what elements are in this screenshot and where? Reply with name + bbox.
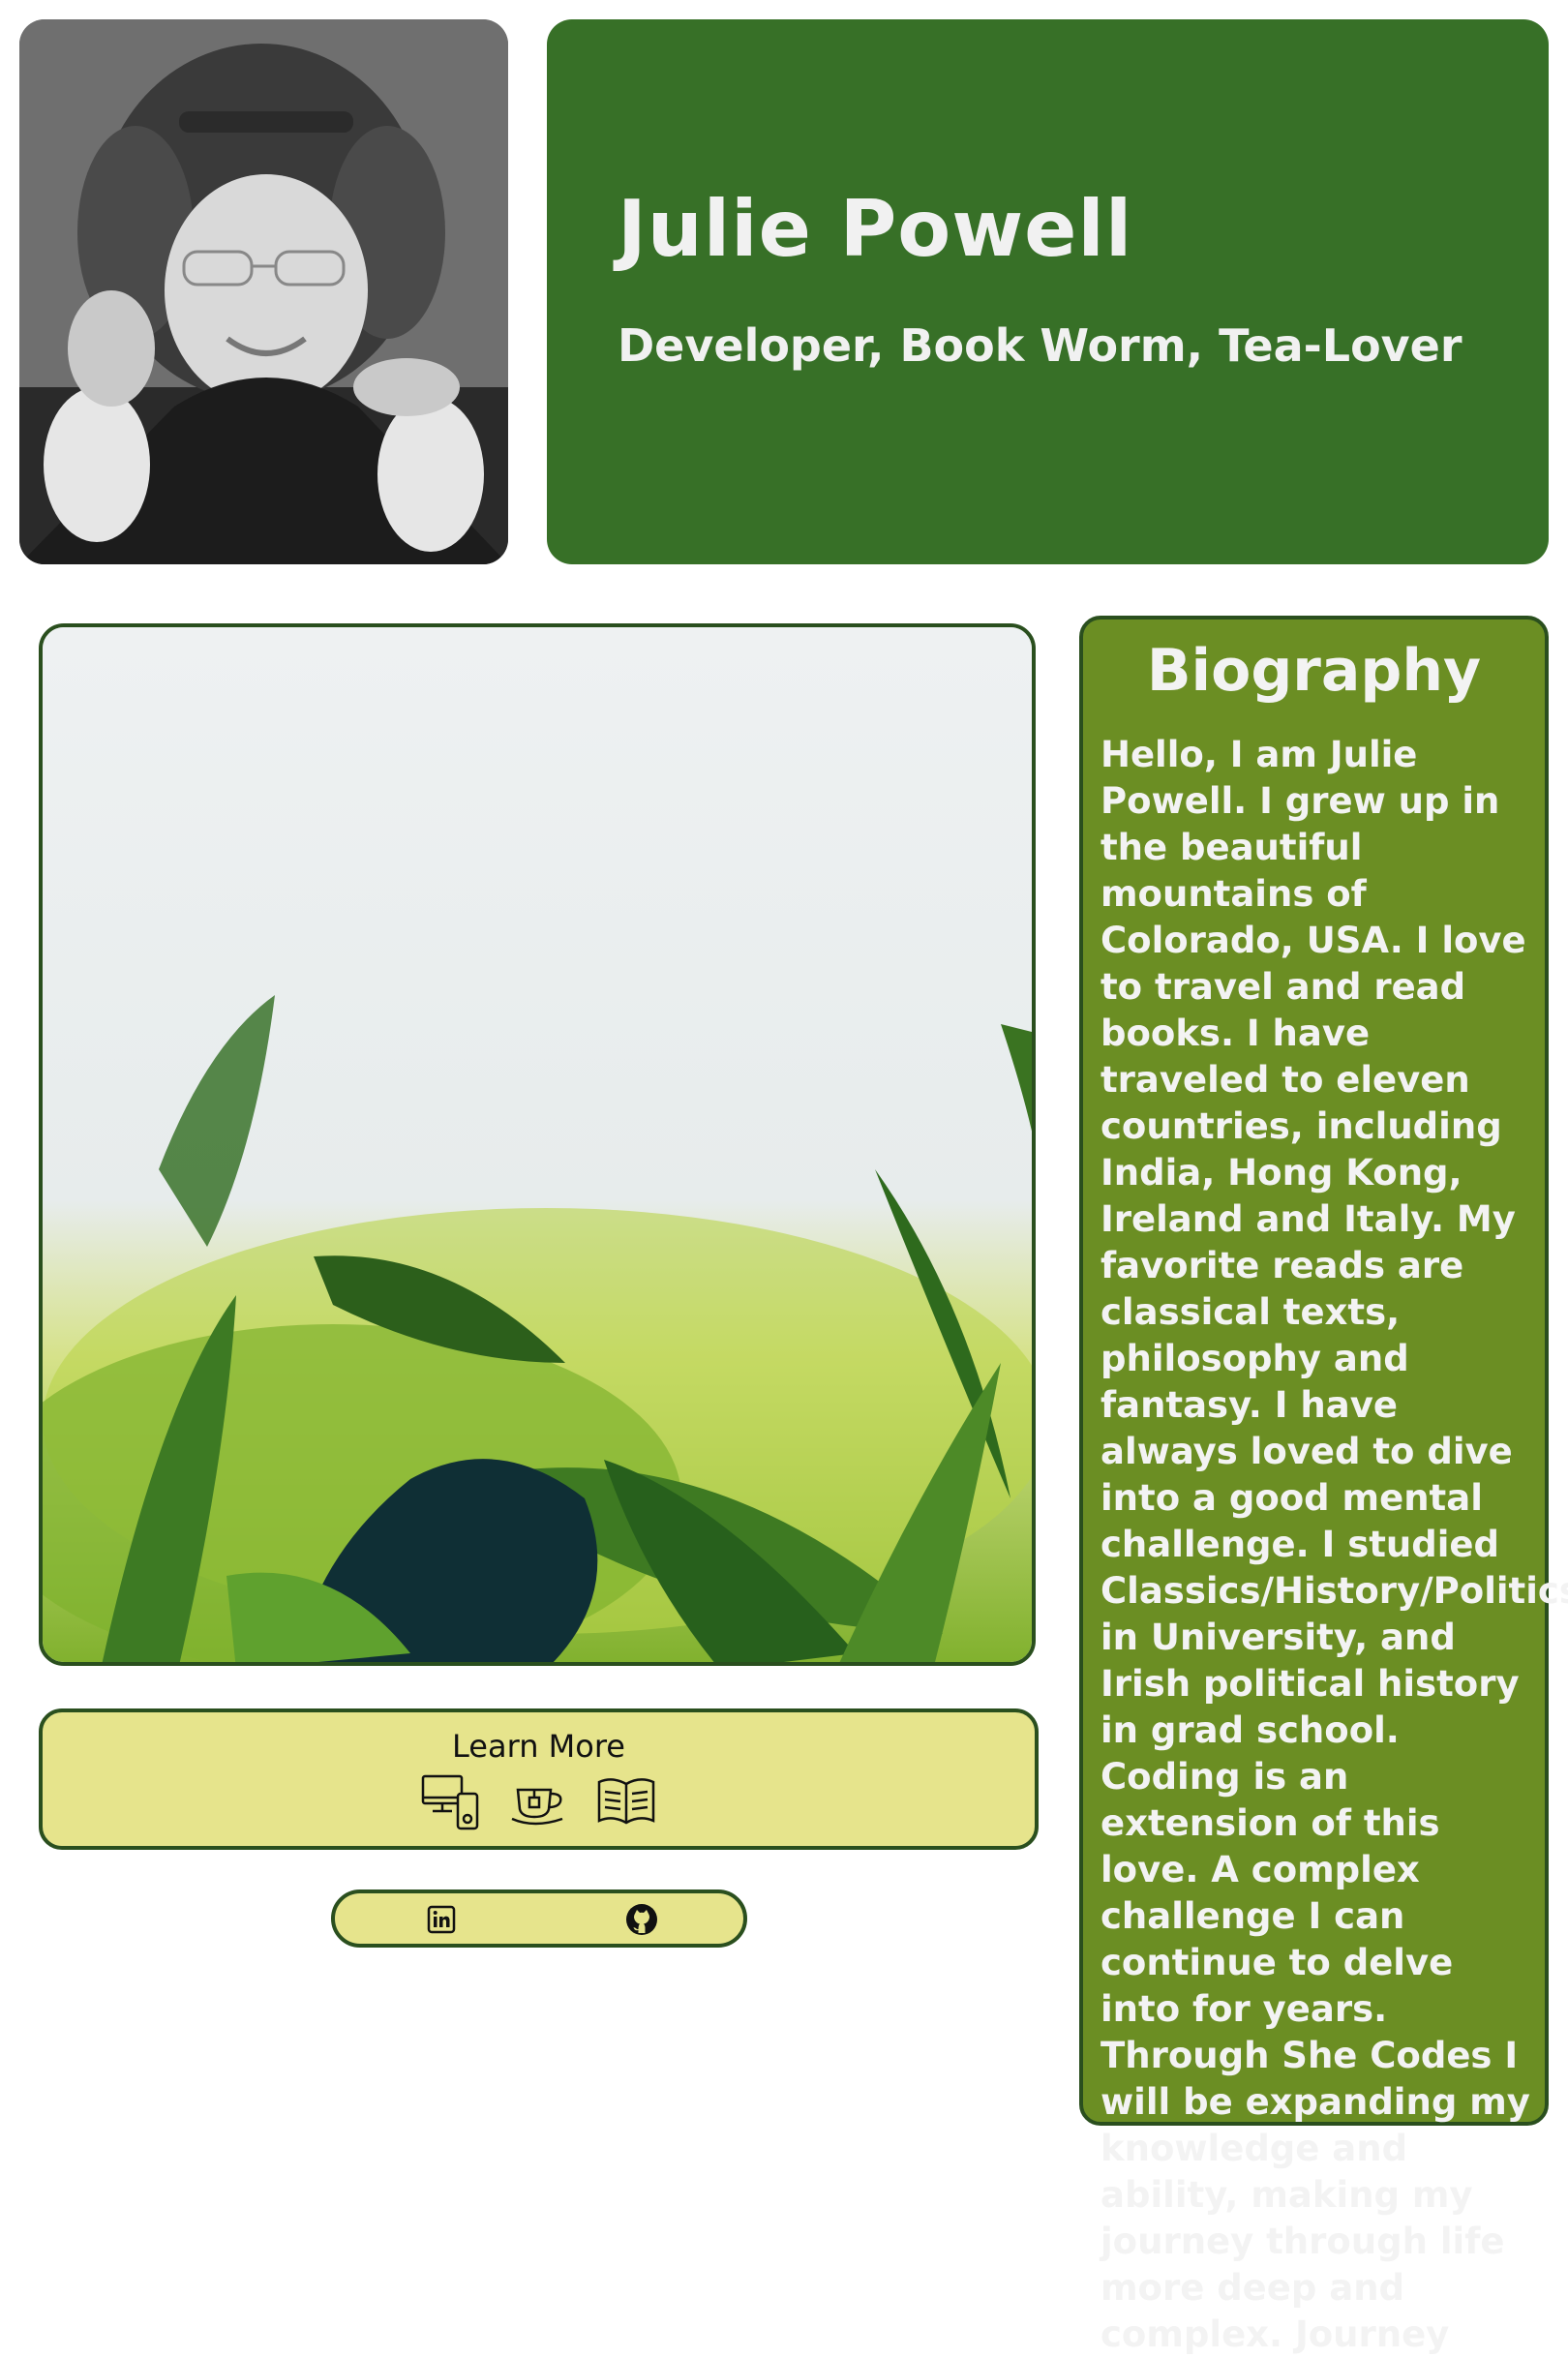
profile-photo-image <box>19 19 508 564</box>
learn-more-panel[interactable]: Learn More <box>39 1708 1039 1850</box>
devices-icon[interactable] <box>421 1772 483 1830</box>
biography-title: Biography <box>1146 637 1482 705</box>
biography-panel: Biography Hello, I am Julie Powell. I gr… <box>1079 616 1568 2355</box>
tagline: Developer, Book Worm, Tea-Lover <box>618 319 1462 372</box>
tea-cup-icon[interactable] <box>508 1772 570 1830</box>
open-book-icon[interactable] <box>595 1772 657 1830</box>
tea-leaves-illustration <box>43 627 1032 1662</box>
linkedin-icon[interactable] <box>427 1905 456 1934</box>
tea-leaves-image <box>39 623 1036 1666</box>
github-icon[interactable] <box>625 1903 658 1936</box>
social-links-bar <box>331 1889 747 1948</box>
page-title: Julie Powell <box>618 184 1133 274</box>
profile-photo <box>19 19 508 564</box>
learn-more-label[interactable]: Learn More <box>43 1728 1035 1765</box>
learn-more-icons <box>43 1772 1035 1830</box>
header-banner: Julie Powell Developer, Book Worm, Tea-L… <box>547 19 1549 564</box>
biography-text: Hello, I am Julie Powell. I grew up in t… <box>1101 734 1568 2355</box>
